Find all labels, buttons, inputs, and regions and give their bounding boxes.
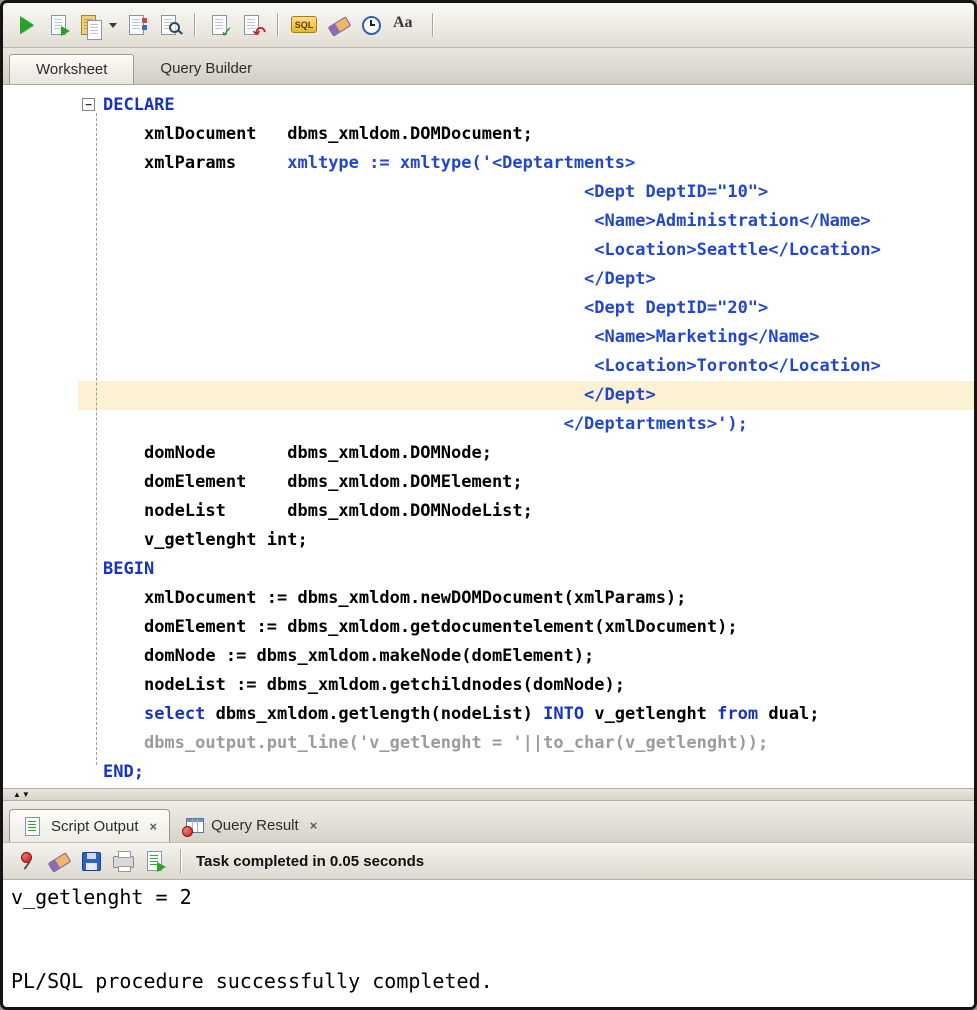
toolbar-separator — [432, 13, 433, 37]
tab-script-output[interactable]: Script Output × — [9, 809, 170, 842]
output-tabstrip: Script Output × Query Result × — [3, 801, 974, 842]
tab-query-builder[interactable]: Query Builder — [134, 54, 278, 84]
code-line[interactable]: domNode dbms_xmldom.DOMNode; — [78, 439, 974, 468]
script-output-icon — [22, 815, 44, 837]
code-line[interactable]: xmlParams xmltype := xmltype('<Deptartme… — [78, 149, 974, 178]
code-line[interactable]: </Dept> — [78, 265, 974, 294]
code-line[interactable]: nodeList := dbms_xmldom.getchildnodes(do… — [78, 671, 974, 700]
script-output-area[interactable]: v_getlenght = 2 PL/SQL procedure successf… — [3, 880, 974, 1007]
code-line[interactable]: <Location>Toronto</Location> — [78, 352, 974, 381]
code-line[interactable]: domNode := dbms_xmldom.makeNode(domEleme… — [78, 642, 974, 671]
panel-splitter[interactable]: ▲▼ — [3, 788, 974, 801]
tab-query-builder-label: Query Builder — [160, 60, 252, 77]
splitter-arrows: ▲▼ — [13, 791, 31, 799]
run-script-icon[interactable] — [46, 12, 72, 38]
run-statement-icon[interactable] — [14, 12, 40, 38]
close-script-output-icon[interactable]: × — [150, 819, 158, 834]
task-status: Task completed in 0.05 seconds — [196, 853, 424, 870]
code-line[interactable]: domElement dbms_xmldom.DOMElement; — [78, 468, 974, 497]
code-line[interactable]: v_getlenght int; — [78, 526, 974, 555]
tab-worksheet-label: Worksheet — [36, 61, 107, 78]
code-line[interactable]: xmlDocument := dbms_xmldom.newDOMDocumen… — [78, 584, 974, 613]
save-output-icon[interactable] — [78, 848, 104, 874]
code-line[interactable]: </Deptartments>'); — [78, 410, 974, 439]
output-line — [11, 908, 966, 929]
code-line[interactable]: nodeList dbms_xmldom.DOMNodeList; — [78, 497, 974, 526]
main-toolbar: SQL Aa — [3, 3, 974, 48]
fold-collapse-icon[interactable]: − — [82, 98, 95, 111]
close-query-result-icon[interactable]: × — [310, 818, 318, 833]
script-output-toolbar: Task completed in 0.05 seconds — [3, 842, 974, 880]
toolbar-separator — [180, 849, 181, 873]
autotrace-cascade-icon[interactable] — [78, 12, 104, 38]
splitter-collapse-up-icon[interactable]: ▲ — [13, 790, 22, 799]
print-output-icon[interactable] — [110, 848, 136, 874]
code-line[interactable]: BEGIN — [78, 555, 974, 584]
toolbar-separator — [277, 13, 278, 37]
clear-output-icon[interactable] — [46, 848, 72, 874]
rollback-icon[interactable] — [239, 12, 265, 38]
code-line[interactable]: domElement := dbms_xmldom.getdocumentele… — [78, 613, 974, 642]
sql-developer-window: SQL Aa Worksheet Query Builder DECLARE xm… — [0, 0, 977, 1010]
editor-tabstrip: Worksheet Query Builder — [3, 48, 974, 85]
code-line[interactable]: <Location>Seattle</Location> — [78, 236, 974, 265]
query-result-icon — [182, 815, 204, 837]
tab-query-result[interactable]: Query Result × — [170, 809, 329, 842]
toolbar-separator — [194, 13, 195, 37]
main-toolbar-icons: SQL Aa — [11, 12, 442, 38]
code-lines[interactable]: DECLARE xmlDocument dbms_xmldom.DOMDocum… — [78, 91, 974, 787]
output-line: PL/SQL procedure successfully completed. — [11, 971, 966, 992]
commit-icon[interactable] — [207, 12, 233, 38]
explain-plan-icon[interactable] — [156, 12, 182, 38]
output-line — [11, 929, 966, 950]
autotrace-dropdown-icon[interactable] — [108, 12, 120, 38]
code-line-current[interactable]: </Dept> — [78, 381, 974, 410]
format-sql-icon[interactable]: SQL — [290, 12, 320, 38]
splitter-collapse-down-icon[interactable]: ▼ — [22, 790, 31, 799]
run-script-output-icon[interactable] — [142, 848, 168, 874]
code-line[interactable]: select dbms_xmldom.getlength(nodeList) I… — [78, 700, 974, 729]
code-line[interactable]: <Dept DeptID="20"> — [78, 294, 974, 323]
tab-worksheet[interactable]: Worksheet — [9, 54, 134, 84]
tab-script-output-label: Script Output — [51, 818, 139, 835]
code-editor[interactable]: DECLARE xmlDocument dbms_xmldom.DOMDocum… — [3, 85, 974, 788]
code-line[interactable]: <Name>Administration</Name> — [78, 207, 974, 236]
output-line: v_getlenght = 2 — [11, 887, 966, 908]
output-line — [11, 950, 966, 971]
code-line[interactable]: END; — [78, 758, 974, 787]
code-line[interactable]: xmlDocument dbms_xmldom.DOMDocument; — [78, 120, 974, 149]
code-line[interactable]: <Name>Marketing</Name> — [78, 323, 974, 352]
sql-history-icon[interactable] — [358, 12, 384, 38]
tab-query-result-label: Query Result — [211, 817, 299, 834]
script-output-toolbar-icons — [11, 848, 190, 874]
new-document-icon[interactable] — [124, 12, 150, 38]
code-line[interactable]: dbms_output.put_line('v_getlenght = '||t… — [78, 729, 974, 758]
pin-output-icon[interactable] — [14, 848, 40, 874]
clear-worksheet-icon[interactable] — [326, 12, 352, 38]
code-line[interactable]: DECLARE — [78, 91, 974, 120]
change-case-icon[interactable]: Aa — [390, 12, 420, 38]
code-line[interactable]: <Dept DeptID="10"> — [78, 178, 974, 207]
